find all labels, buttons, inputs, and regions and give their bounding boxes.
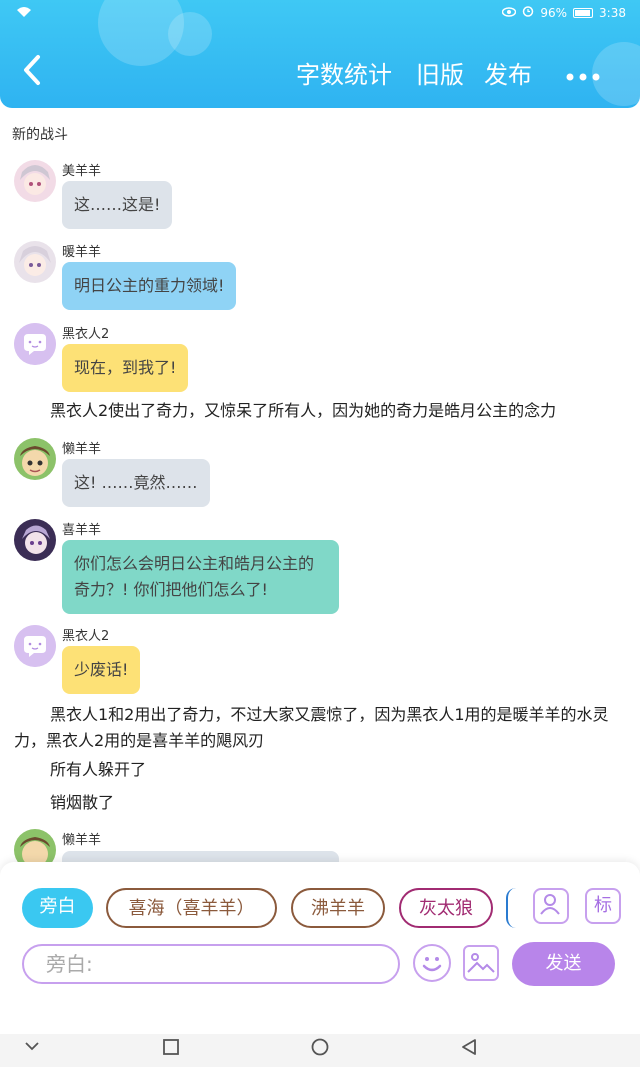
message-bubble[interactable]: 你们怎么会明日公主和皓月公主的奇力？! 你们把他们怎么了! (62, 540, 339, 614)
sender-name: 懒羊羊 (62, 833, 102, 848)
nav-hide-icon[interactable] (24, 1038, 40, 1059)
tag-button[interactable]: 标 (585, 888, 621, 924)
narration-text[interactable]: 黑衣人2使出了奇力，又惊呆了所有人，因为她的奇力是皓月公主的念力 (14, 398, 622, 424)
message-bubble[interactable]: 这……这是! (62, 181, 173, 229)
message-bubble[interactable]: 少废话! (62, 646, 141, 694)
narration-text[interactable]: 黑衣人1和2用出了奇力，不过大家又震惊了，因为黑衣人1用的是暖羊羊的水灵力，黑衣… (14, 702, 622, 754)
role-chip-narrator[interactable]: 旁白 (22, 888, 93, 928)
narration-text[interactable]: 所有人躲开了 (14, 757, 622, 783)
avatar[interactable] (14, 160, 56, 202)
default-avatar-icon[interactable] (14, 323, 56, 365)
nav-home-icon[interactable] (311, 1038, 329, 1061)
character-manage-icon[interactable] (533, 888, 569, 924)
battery-percent: 96% (540, 5, 568, 20)
nav-recents-icon[interactable] (162, 1038, 180, 1061)
publish-button[interactable]: 发布 (484, 60, 532, 90)
clock-time: 3:38 (599, 5, 626, 20)
sender-name: 暖羊羊 (62, 245, 102, 260)
sender-name: 美羊羊 (62, 164, 102, 179)
role-chip[interactable]: 灰太狼 (399, 888, 493, 928)
message-bubble[interactable]: 明日公主的重力领域! (62, 262, 237, 310)
narration-input[interactable]: 旁白: (22, 944, 400, 984)
eye-icon (502, 6, 517, 20)
message-bubble[interactable]: 这! ……竟然…… (62, 459, 210, 507)
status-bar: 96% 3:38 (0, 4, 640, 24)
avatar[interactable] (14, 519, 56, 561)
avatar[interactable] (14, 241, 56, 283)
role-chip[interactable]: 沸羊羊 (291, 888, 385, 928)
word-count-button[interactable]: 字数统计 (296, 60, 392, 90)
story-title: 新的战斗 (12, 127, 68, 143)
image-icon[interactable] (463, 945, 499, 981)
wifi-icon (16, 6, 32, 21)
more-icon[interactable] (566, 58, 600, 88)
avatar[interactable] (14, 438, 56, 480)
role-chip[interactable]: 喜海（喜羊羊） (106, 888, 277, 928)
sender-name: 黑衣人2 (62, 629, 110, 644)
battery-icon (573, 7, 594, 18)
default-avatar-icon[interactable] (14, 625, 56, 667)
app-header: 96% 3:38 字数统计 旧版 发布 (0, 0, 640, 108)
sender-name: 黑衣人2 (62, 327, 110, 342)
alarm-icon (522, 5, 534, 20)
send-button[interactable]: 发送 (512, 942, 615, 986)
input-panel: 旁白 喜海（喜羊羊） 沸羊羊 灰太狼 标 旁白: 发送 (0, 862, 640, 1034)
sender-name: 懒羊羊 (62, 442, 102, 457)
narration-text[interactable]: 销烟散了 (14, 790, 622, 816)
sender-name: 喜羊羊 (62, 523, 102, 538)
message-bubble[interactable]: 现在，到我了! (62, 344, 189, 392)
back-icon[interactable] (22, 54, 42, 93)
role-chip-partial[interactable] (506, 888, 516, 928)
nav-back-icon[interactable] (460, 1038, 478, 1061)
emoji-icon[interactable] (413, 944, 451, 982)
old-version-button[interactable]: 旧版 (416, 60, 464, 90)
system-nav-bar (0, 1034, 640, 1067)
